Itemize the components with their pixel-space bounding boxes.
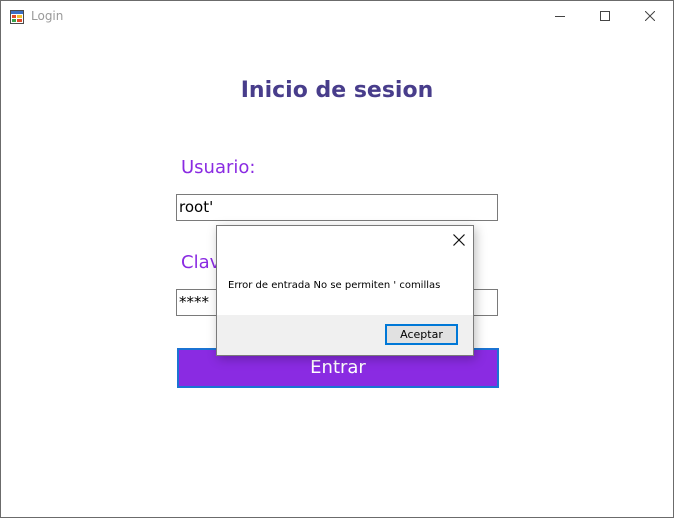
app-form-icon [10,9,24,24]
login-window: Login Inicio de sesion Usuario: root' Cl… [0,0,674,518]
dialog-message: Error de entrada No se permiten ' comill… [228,280,441,291]
error-message-box: Error de entrada No se permiten ' comill… [216,225,474,356]
dialog-footer: Aceptar [217,315,473,355]
minimize-icon [555,16,565,17]
maximize-icon [600,11,610,21]
close-icon [645,11,655,21]
username-field[interactable]: root' [176,194,498,221]
close-button[interactable] [627,1,673,31]
window-title: Login [31,9,64,23]
minimize-button[interactable] [537,1,583,31]
page-title: Inicio de sesion [240,78,434,103]
close-icon [453,234,465,246]
dialog-close-button[interactable] [451,232,467,248]
title-bar[interactable]: Login [1,1,673,32]
login-button-label: Entrar [180,351,496,385]
username-label: Usuario: [181,157,256,178]
maximize-button[interactable] [582,1,628,31]
ok-button[interactable]: Aceptar [385,324,458,345]
